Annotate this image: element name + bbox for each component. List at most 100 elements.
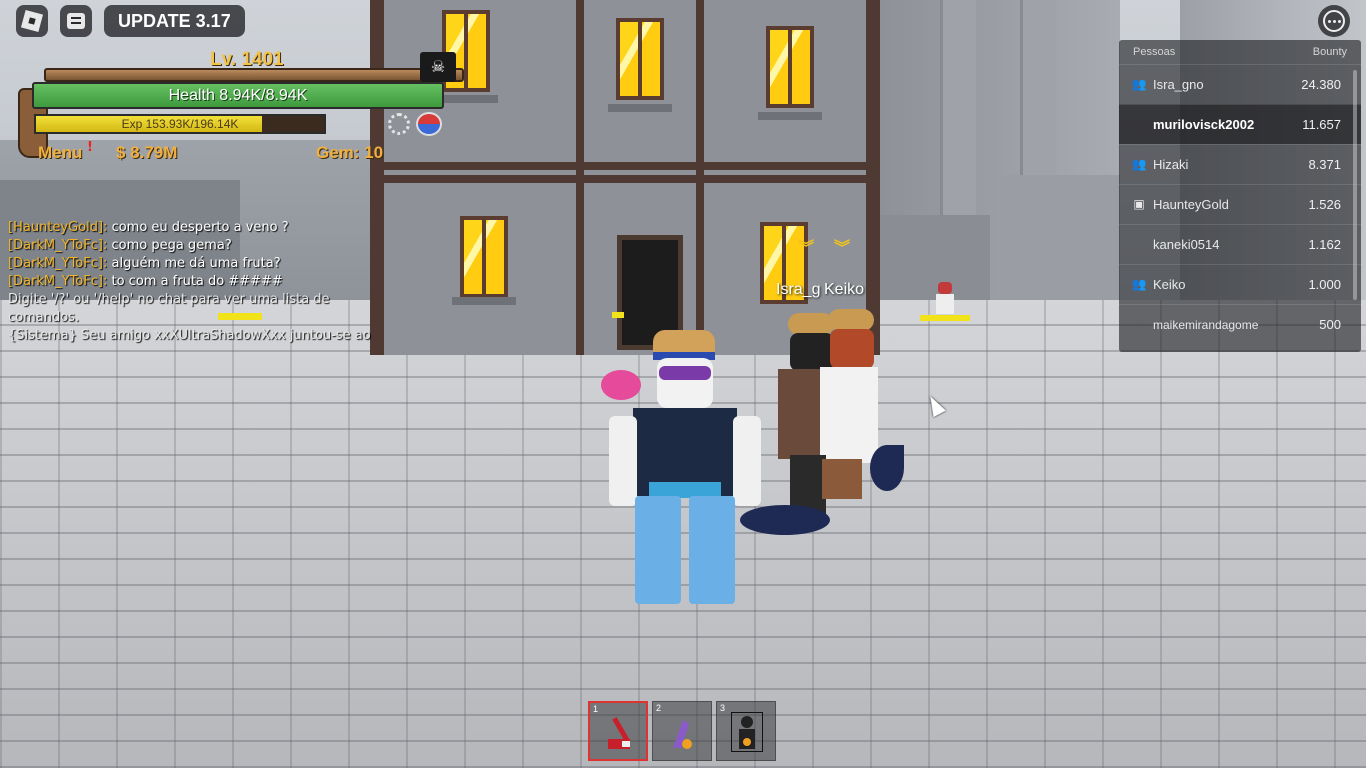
beam [384, 162, 866, 170]
chat-log: [HaunteyGold]: como eu desperto a veno ?… [8, 219, 378, 345]
head [790, 333, 834, 371]
leaderboard-col-people: Pessoas [1133, 46, 1176, 58]
leaderboard-row[interactable]: 👥 Keiko 1.000 [1119, 264, 1361, 304]
leaderboard-col-bounty: Bounty [1312, 46, 1347, 58]
leaderboard-player-name: Hizaki [1153, 157, 1189, 172]
red-gun-icon [608, 717, 630, 749]
compass-icon[interactable] [416, 112, 442, 136]
player-character[interactable] [601, 320, 765, 610]
menu-button[interactable]: Menu [38, 143, 82, 163]
chat-help-line: comandos. [8, 310, 80, 325]
leaderboard-scrollbar[interactable] [1353, 70, 1357, 300]
leaderboard-row[interactable]: kaneki0514 1.162 [1119, 224, 1361, 264]
right-leg [689, 496, 735, 604]
leaderboard-row[interactable]: maikemirandagome 500 [1119, 304, 1361, 344]
chat-sender[interactable]: [DarkM_YToFc]: [8, 256, 107, 271]
leaderboard-player-name: Keiko [1153, 277, 1186, 292]
beam [696, 0, 704, 355]
window [460, 216, 508, 298]
character-icon [731, 712, 763, 752]
leaderboard-bounty: 1.000 [1308, 277, 1341, 292]
window [766, 26, 814, 108]
chevron-down-icon: ︾ [834, 234, 852, 257]
exp-text: Exp 153.93K/196.14K [121, 117, 239, 131]
chevron-down-icon: ︾ [798, 234, 816, 257]
leaderboard-row[interactable]: 👥 Isra_gno 24.380 [1119, 64, 1361, 104]
window-sill [608, 104, 672, 112]
more-options-button[interactable] [1318, 5, 1350, 37]
right-arm [733, 416, 761, 506]
friends-icon: 👥 [1131, 76, 1147, 91]
chat-icon [67, 13, 85, 29]
roblox-menu-button[interactable] [16, 5, 48, 37]
leaderboard-row[interactable]: murilovisck2002 11.657 [1119, 104, 1361, 144]
blank-icon [1129, 317, 1149, 333]
hotbar-slot-3[interactable]: 3 [716, 701, 776, 761]
menu-alert-badge: ! [87, 140, 93, 155]
chat-text: como pega gema? [111, 238, 232, 253]
torso [820, 367, 878, 463]
leaderboard-row[interactable]: 👥 Hizaki 8.371 [1119, 144, 1361, 184]
pink-guitar [601, 370, 641, 400]
scythe-blade [740, 505, 830, 535]
leaderboard-bounty: 24.380 [1301, 77, 1341, 92]
exp-bar: Exp 153.93K/196.14K [34, 114, 326, 134]
npc-body [936, 294, 954, 314]
legs [822, 459, 862, 499]
chat-sender[interactable]: [HaunteyGold]: [8, 220, 107, 235]
premium-icon: ▣ [1133, 196, 1145, 211]
roblox-logo-icon [20, 9, 44, 33]
leaderboard-bounty: 1.162 [1308, 237, 1341, 252]
chat-help-line: Digite '/?' ou '/help' no chat para ver … [8, 292, 330, 307]
chat-message: [DarkM_YToFc]: como pega gema? [8, 237, 378, 255]
beam [384, 175, 866, 183]
slot-number: 2 [656, 703, 662, 713]
leaderboard-row[interactable]: ▣ HaunteyGold 1.526 [1119, 184, 1361, 224]
player-nametag: Isra_g [776, 281, 821, 298]
left-arm [609, 416, 637, 506]
hotbar-slot-2[interactable]: 2 [652, 701, 712, 761]
slot-number: 3 [720, 703, 726, 713]
other-players[interactable] [760, 305, 910, 525]
chat-sender[interactable]: [DarkM_YToFc]: [8, 238, 107, 253]
player-leaderboard[interactable]: Pessoas Bounty 👥 Isra_gno 24.380 murilov… [1119, 40, 1361, 352]
chat-text: to com a fruta do ##### [111, 274, 283, 289]
leaderboard-bounty: 8.371 [1308, 157, 1341, 172]
hotbar: 1 2 3 [588, 701, 776, 761]
player-level: Lv. 1401 [210, 49, 284, 70]
window-sill [758, 112, 822, 120]
chat-sender[interactable]: [DarkM_YToFc]: [8, 274, 107, 289]
update-badge: UPDATE 3.17 [104, 5, 245, 37]
window [616, 18, 664, 100]
left-leg [635, 496, 681, 604]
stone-block [1000, 175, 1120, 305]
chat-message: [DarkM_YToFc]: alguém me dá uma fruta? [8, 255, 378, 273]
ellipsis-icon [1323, 10, 1345, 32]
fruit-icon [673, 720, 692, 749]
settings-gear-icon[interactable] [388, 113, 410, 135]
gem-counter: Gem: 10 [316, 143, 384, 162]
npc[interactable] [920, 282, 970, 322]
leaderboard-player-name: HaunteyGold [1153, 197, 1229, 212]
spawn-platform [612, 312, 624, 318]
leaderboard-player-name: kaneki0514 [1153, 237, 1220, 252]
friends-icon: 👥 [1131, 156, 1147, 171]
chat-message: [HaunteyGold]: como eu desperto a veno ? [8, 219, 378, 237]
health-bar: Health 8.94K/8.94K [32, 82, 444, 109]
chat-message: [DarkM_YToFc]: to com a fruta do ##### [8, 273, 378, 291]
hotbar-slot-1[interactable]: 1 [588, 701, 648, 761]
straw-hat [788, 313, 834, 335]
slot-number: 1 [593, 704, 599, 714]
beam [576, 0, 584, 355]
npc-platform [920, 315, 970, 321]
scythe-blade [870, 445, 904, 491]
chat-system-message: {Sistema} Seu amigo xxXUltraShadowXxx ju… [8, 328, 371, 343]
player-nametag: Keiko [824, 281, 865, 298]
chat-toggle-button[interactable] [60, 5, 92, 37]
npc-head [938, 282, 952, 294]
straw-hat [653, 330, 715, 354]
straw-hat [828, 309, 874, 331]
leaderboard-header: Pessoas Bounty [1119, 40, 1361, 64]
leaderboard-bounty: 500 [1319, 317, 1341, 332]
friends-icon: 👥 [1131, 276, 1147, 291]
